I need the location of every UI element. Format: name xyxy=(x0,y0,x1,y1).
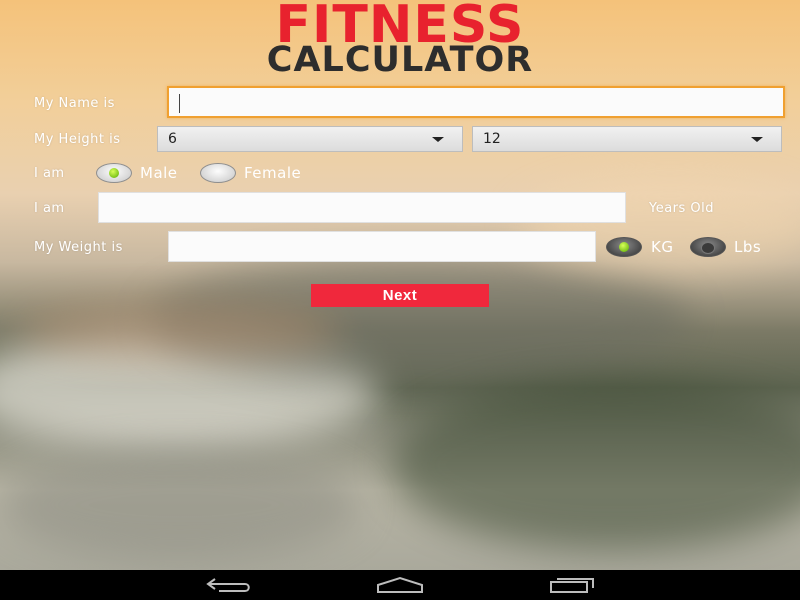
back-icon[interactable] xyxy=(205,576,253,594)
name-label: My Name is xyxy=(34,96,115,111)
radio-unselected-indicator xyxy=(701,242,715,254)
age-label: I am xyxy=(34,201,65,216)
recent-apps-icon[interactable] xyxy=(548,576,596,594)
radio-selected-indicator xyxy=(109,168,119,178)
height-feet-value: 6 xyxy=(168,131,177,147)
lbs-label: Lbs xyxy=(734,238,762,256)
height-inches-value: 12 xyxy=(483,131,501,147)
lbs-radio[interactable] xyxy=(690,237,726,257)
gender-label: I am xyxy=(34,166,65,181)
navigation-bar xyxy=(0,570,800,600)
text-caret xyxy=(179,94,180,113)
name-input[interactable] xyxy=(167,86,785,118)
male-label: Male xyxy=(140,164,178,182)
weight-label: My Weight is xyxy=(34,240,123,255)
female-label: Female xyxy=(244,164,302,182)
age-suffix-label: Years Old xyxy=(649,201,715,216)
age-input[interactable] xyxy=(98,192,626,223)
height-feet-select[interactable]: 6 xyxy=(157,126,463,152)
height-label: My Height is xyxy=(34,132,121,147)
logo-calculator: CALCULATOR xyxy=(266,40,534,80)
chevron-down-icon xyxy=(432,137,444,142)
radio-selected-indicator xyxy=(619,242,629,252)
kg-radio[interactable] xyxy=(606,237,642,257)
next-button[interactable]: Next xyxy=(311,284,489,307)
male-radio[interactable] xyxy=(96,163,132,183)
home-icon[interactable] xyxy=(375,576,425,594)
female-radio[interactable] xyxy=(200,163,236,183)
chevron-down-icon xyxy=(751,137,763,142)
height-inches-select[interactable]: 12 xyxy=(472,126,782,152)
weight-input[interactable] xyxy=(168,231,596,262)
kg-label: KG xyxy=(651,238,674,256)
